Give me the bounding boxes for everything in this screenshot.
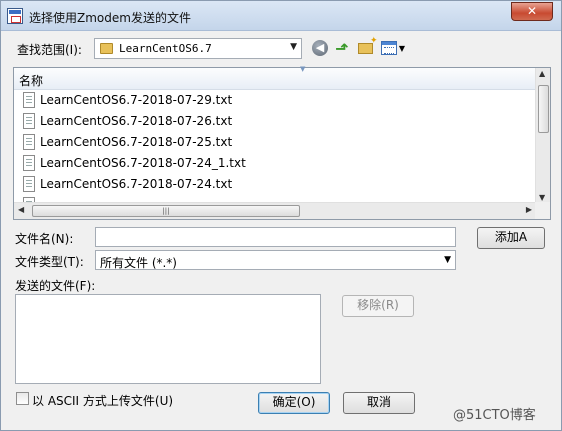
chevron-down-icon: ▼ xyxy=(398,43,406,53)
file-send-dialog: 选择使用Zmodem发送的文件 ✕ 查找范围(I): LearnCentOS6.… xyxy=(0,0,562,431)
cancel-button[interactable]: 取消 xyxy=(343,392,415,414)
folder-icon xyxy=(100,43,113,54)
file-name: LearnCentOS6.7-2018-07-26.txt xyxy=(40,114,233,128)
vertical-scrollbar[interactable]: ▲ ▼ xyxy=(535,68,550,203)
column-header-name[interactable]: ▼ 名称 xyxy=(14,65,536,90)
new-folder-button[interactable] xyxy=(356,36,377,57)
text-file-icon xyxy=(23,176,35,192)
ascii-upload-label: 以 ASCII 方式上传文件(U) xyxy=(32,394,174,408)
add-button[interactable]: 添加A xyxy=(477,227,545,249)
ok-button[interactable]: 确定(O) xyxy=(258,392,330,414)
new-folder-icon xyxy=(357,36,377,54)
file-list[interactable]: ▼ 名称 LearnCentOS6.7-2018-07-29.txt Learn… xyxy=(13,65,551,220)
view-menu-button[interactable]: ▼ xyxy=(379,39,407,57)
scroll-left-icon[interactable]: ◀ xyxy=(18,205,24,214)
text-file-icon xyxy=(23,134,35,150)
filetype-value: 所有文件 (*.*) xyxy=(100,256,177,270)
up-folder-icon[interactable]: ⬏ xyxy=(333,39,351,58)
file-name: LearnCentOS6.7-2018-07-25.txt xyxy=(40,135,233,149)
view-menu-icon xyxy=(380,41,397,55)
sent-files-label: 发送的文件(F): xyxy=(15,279,96,293)
horizontal-scrollbar[interactable]: ◀ ||| ▶ xyxy=(14,202,536,219)
remove-button[interactable]: 移除(R) xyxy=(342,295,414,317)
lookin-value: LearnCentOS6.7 xyxy=(119,42,212,55)
file-name: LearnCentOS6.7-2018-07-24.txt xyxy=(40,177,233,191)
sort-indicator-icon: ▼ xyxy=(300,65,306,73)
sent-files-list[interactable] xyxy=(15,294,321,384)
lookin-label: 查找范围(I): xyxy=(17,43,82,57)
file-rows: LearnCentOS6.7-2018-07-29.txt LearnCentO… xyxy=(14,90,536,203)
scroll-thumb[interactable]: ||| xyxy=(32,205,300,217)
list-item[interactable]: LearnCentOS6.7-2018-07-26.txt xyxy=(14,111,536,132)
file-name: LearnCentOS6.7-2018-07-29.txt xyxy=(40,93,233,107)
filename-input[interactable] xyxy=(95,227,456,247)
title-bar[interactable]: 选择使用Zmodem发送的文件 ✕ xyxy=(1,1,561,31)
column-header-label: 名称 xyxy=(19,74,44,88)
window-title: 选择使用Zmodem发送的文件 xyxy=(29,11,191,25)
app-icon xyxy=(7,8,23,24)
list-item[interactable]: LearnCentOS6.7-2018-07-24.txt xyxy=(14,174,536,195)
lookin-combobox[interactable]: LearnCentOS6.7 ▼ xyxy=(94,38,302,59)
scroll-thumb[interactable] xyxy=(538,85,549,133)
text-file-icon xyxy=(23,113,35,129)
chevron-down-icon: ▼ xyxy=(290,42,297,52)
text-file-icon xyxy=(23,92,35,108)
scroll-down-icon[interactable]: ▼ xyxy=(539,193,545,202)
close-button[interactable]: ✕ xyxy=(511,2,553,21)
list-item[interactable]: LearnCentOS6.7-2018-07-29.txt xyxy=(14,90,536,111)
scroll-up-icon[interactable]: ▲ xyxy=(539,69,545,78)
list-item[interactable]: LearnCentOS6.7-2018-07-24_1.txt xyxy=(14,153,536,174)
text-file-icon xyxy=(23,155,35,171)
scroll-right-icon[interactable]: ▶ xyxy=(526,205,532,214)
file-name: LearnCentOS6.7-2018-07-24_1.txt xyxy=(40,156,246,170)
chevron-down-icon: ▼ xyxy=(444,255,451,265)
back-arrow-icon: ◀ xyxy=(312,40,328,56)
watermark: @51CTO博客 xyxy=(453,408,536,423)
filetype-label: 文件类型(T): xyxy=(15,255,84,269)
filetype-select[interactable]: 所有文件 (*.*) ▼ xyxy=(95,250,456,270)
back-button[interactable]: ◀ xyxy=(311,39,329,57)
ascii-upload-checkbox[interactable] xyxy=(16,392,29,405)
list-item[interactable]: LearnCentOS6.7-2018-07-25.txt xyxy=(14,132,536,153)
filename-label: 文件名(N): xyxy=(15,232,74,246)
scroll-corner xyxy=(535,202,550,219)
